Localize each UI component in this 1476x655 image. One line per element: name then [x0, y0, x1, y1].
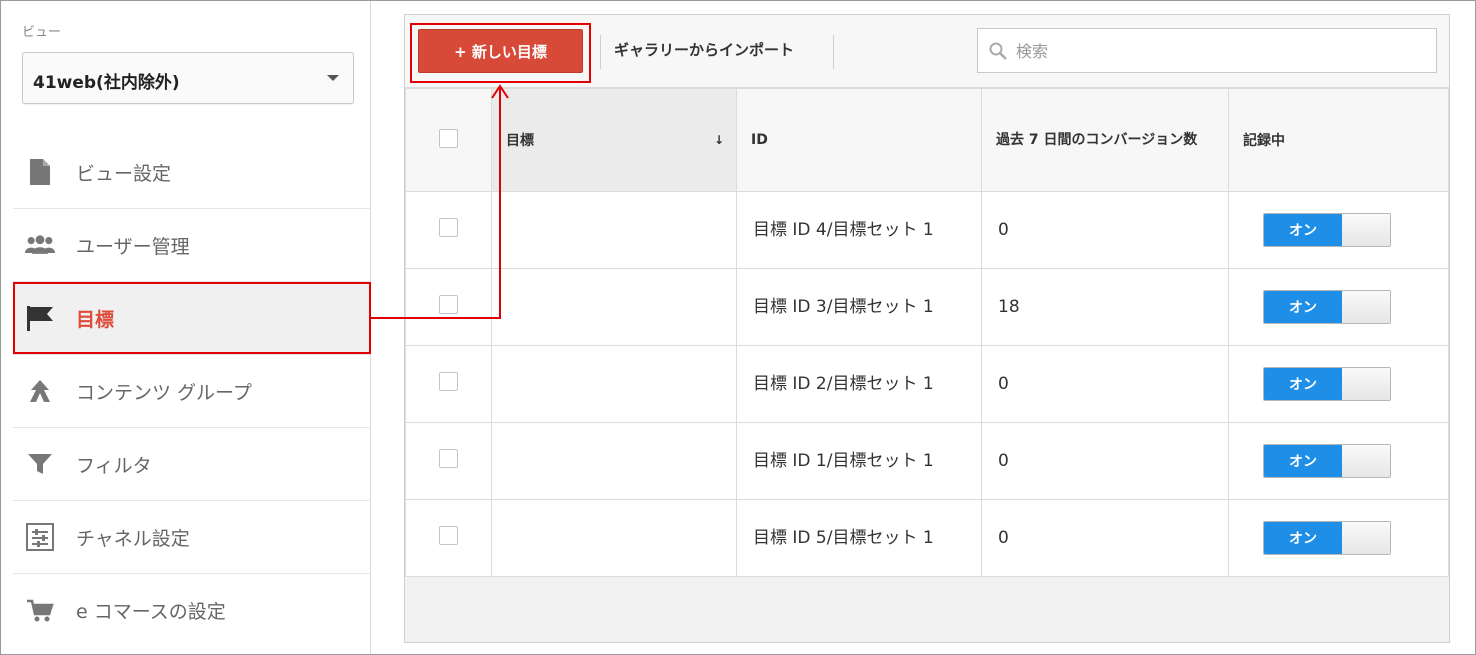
goal-name-cell[interactable]	[491, 191, 737, 269]
new-goal-highlight-box	[410, 23, 591, 83]
sidebar-item-label: フィルタ	[76, 454, 152, 477]
goal-name-cell[interactable]	[491, 345, 737, 423]
goal-id-cell: 目標 ID 4/目標セット 1	[736, 191, 982, 269]
toolbar-divider	[833, 35, 834, 69]
table-row: 目標 ID 4/目標セット 1 0 オン	[405, 191, 1449, 269]
goal-name-cell[interactable]	[491, 499, 737, 577]
table-row: 目標 ID 1/目標セット 1 0 オン	[405, 422, 1449, 500]
search-box[interactable]	[977, 28, 1437, 73]
recording-toggle[interactable]: オン	[1263, 290, 1391, 324]
toggle-off-knob	[1342, 522, 1390, 554]
table-row: 目標 ID 3/目標セット 1 18 オン	[405, 268, 1449, 346]
sidebar-item-label: ビュー設定	[76, 162, 172, 185]
view-select-value: 41web(社内除外)	[33, 73, 180, 93]
goal-name-cell[interactable]	[491, 268, 737, 346]
view-label: ビュー	[22, 25, 62, 40]
sidebar-item-channel-settings[interactable]: チャネル設定	[13, 501, 371, 574]
row-checkbox-cell	[405, 345, 492, 423]
recording-toggle[interactable]: オン	[1263, 367, 1391, 401]
sidebar-nav: ビュー設定 ユーザー管理 目標 コンテンツ グループ フィルタ チャネル設定 e…	[13, 136, 371, 647]
row-checkbox-cell	[405, 191, 492, 269]
row-checkbox[interactable]	[439, 372, 458, 391]
goals-panel: + 新しい目標 ギャラリーからインポート 目標 ↓ ID 過去 7 日間のコンバ…	[404, 14, 1450, 643]
toggle-off-knob	[1342, 291, 1390, 323]
sidebar-item-label: e コマースの設定	[76, 601, 226, 623]
search-icon	[989, 42, 1007, 60]
toolbar-divider	[600, 35, 601, 69]
conversions-cell: 0	[981, 191, 1229, 269]
row-checkbox[interactable]	[439, 526, 458, 545]
users-icon	[25, 230, 55, 260]
header-conversions-label: 過去 7 日間のコンバージョン数	[996, 132, 1198, 148]
search-input[interactable]	[1016, 38, 1416, 64]
toggle-off-knob	[1342, 445, 1390, 477]
filter-icon	[25, 449, 55, 479]
row-checkbox-cell	[405, 499, 492, 577]
document-icon	[25, 157, 55, 187]
toggle-off-knob	[1342, 368, 1390, 400]
header-goal[interactable]: 目標 ↓	[491, 88, 737, 192]
row-checkbox-cell	[405, 422, 492, 500]
sidebar-item-label: チャネル設定	[76, 527, 190, 550]
toggle-on-label: オン	[1264, 368, 1342, 400]
header-goal-label: 目標	[506, 133, 534, 149]
sidebar-item-label: コンテンツ グループ	[76, 381, 252, 404]
header-id[interactable]: ID	[736, 88, 982, 192]
goal-name-cell[interactable]	[491, 422, 737, 500]
header-conversions[interactable]: 過去 7 日間のコンバージョン数	[981, 88, 1229, 192]
view-select[interactable]: 41web(社内除外)	[22, 52, 354, 104]
sidebar-item-ecommerce-settings[interactable]: e コマースの設定	[13, 574, 371, 647]
sort-down-icon: ↓	[713, 133, 724, 147]
goal-id-cell: 目標 ID 1/目標セット 1	[736, 422, 982, 500]
toggle-off-knob	[1342, 214, 1390, 246]
recording-toggle[interactable]: オン	[1263, 444, 1391, 478]
table-header-row: 目標 ↓ ID 過去 7 日間のコンバージョン数 記録中	[405, 88, 1449, 192]
goal-id-cell: 目標 ID 2/目標セット 1	[736, 345, 982, 423]
table-row: 目標 ID 2/目標セット 1 0 オン	[405, 345, 1449, 423]
content-group-icon	[25, 376, 55, 406]
sidebar-item-filter[interactable]: フィルタ	[13, 428, 371, 501]
toggle-on-label: オン	[1264, 522, 1342, 554]
table-row: 目標 ID 5/目標セット 1 0 オン	[405, 499, 1449, 577]
recording-toggle[interactable]: オン	[1263, 213, 1391, 247]
conversions-cell: 0	[981, 499, 1229, 577]
recording-cell: オン	[1228, 268, 1449, 346]
cart-icon	[25, 596, 55, 626]
channel-icon	[25, 522, 55, 552]
row-checkbox[interactable]	[439, 295, 458, 314]
select-all-checkbox[interactable]	[439, 128, 458, 148]
sidebar-item-content-group[interactable]: コンテンツ グループ	[13, 355, 371, 428]
conversions-cell: 18	[981, 268, 1229, 346]
goals-highlight-box	[13, 282, 371, 354]
recording-cell: オン	[1228, 499, 1449, 577]
recording-cell: オン	[1228, 422, 1449, 500]
recording-cell: オン	[1228, 191, 1449, 269]
row-checkbox[interactable]	[439, 449, 458, 468]
toggle-on-label: オン	[1264, 445, 1342, 477]
toggle-on-label: オン	[1264, 291, 1342, 323]
toggle-on-label: オン	[1264, 214, 1342, 246]
header-id-label: ID	[751, 132, 768, 148]
import-from-gallery-button[interactable]: ギャラリーからインポート	[614, 39, 794, 60]
recording-toggle[interactable]: オン	[1263, 521, 1391, 555]
chevron-down-icon	[327, 75, 339, 81]
conversions-cell: 0	[981, 422, 1229, 500]
row-checkbox-cell	[405, 268, 492, 346]
sidebar-item-user-management[interactable]: ユーザー管理	[13, 209, 371, 282]
goal-id-cell: 目標 ID 3/目標セット 1	[736, 268, 982, 346]
goals-table: 目標 ↓ ID 過去 7 日間のコンバージョン数 記録中 目標 ID 4/目標セ…	[405, 88, 1449, 577]
header-recording-label: 記録中	[1243, 133, 1285, 149]
row-checkbox[interactable]	[439, 218, 458, 237]
conversions-cell: 0	[981, 345, 1229, 423]
header-recording[interactable]: 記録中	[1228, 88, 1449, 192]
goal-id-cell: 目標 ID 5/目標セット 1	[736, 499, 982, 577]
sidebar-item-label: ユーザー管理	[76, 235, 190, 258]
sidebar-item-view-settings[interactable]: ビュー設定	[13, 136, 371, 209]
select-all-cell	[405, 88, 492, 192]
recording-cell: オン	[1228, 345, 1449, 423]
